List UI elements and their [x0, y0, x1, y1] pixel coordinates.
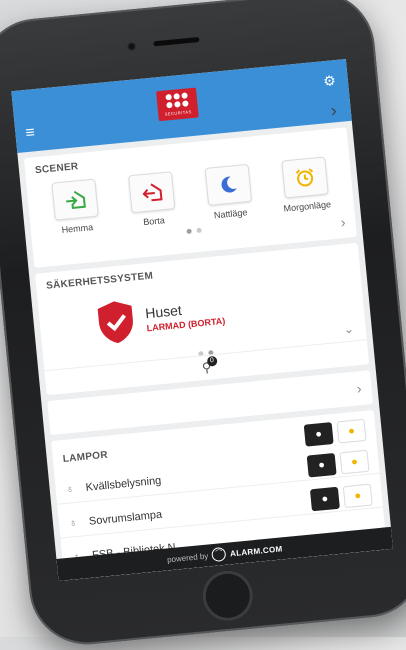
front-camera	[127, 42, 137, 51]
powered-by-text: powered by	[166, 551, 209, 564]
scene-morgonlage[interactable]: Morgonläge	[268, 155, 343, 214]
sensor-count: 0	[206, 355, 218, 367]
light-on-button[interactable]: ●	[342, 483, 373, 509]
earpiece-speaker	[153, 36, 200, 47]
alarm-clock-icon	[295, 168, 313, 187]
chevron-right-icon[interactable]: ›	[356, 380, 362, 396]
home-button[interactable]	[200, 568, 256, 624]
scene-label: Nattläge	[213, 207, 248, 221]
all-lights-off-button[interactable]: ●	[303, 422, 334, 447]
app-screen: SECURITAS ≡ ⚙ › SCENER Hemma Borta Nattl…	[11, 59, 393, 581]
logo-text: SECURITAS	[164, 109, 192, 117]
security-card[interactable]: SÄKERHETSSYSTEM Huset LARMAD (BORTA) ⌄ ⚲…	[34, 242, 370, 396]
scene-borta[interactable]: Borta	[115, 170, 190, 229]
home-arrow-in-icon	[65, 190, 86, 210]
phone-frame: SECURITAS ≡ ⚙ › SCENER Hemma Borta Nattl…	[0, 0, 406, 650]
light-on-button[interactable]: ●	[339, 449, 370, 475]
home-arrow-out-icon	[141, 183, 163, 202]
shield-check-icon	[97, 301, 133, 344]
scene-label: Morgonläge	[283, 199, 332, 214]
gear-icon[interactable]: ⚙	[323, 72, 337, 90]
scene-label: Borta	[142, 215, 166, 228]
scene-label: Hemma	[61, 222, 94, 236]
moon-icon	[221, 176, 237, 193]
chevron-down-icon[interactable]: ⌄	[343, 322, 354, 337]
scene-nattlage[interactable]: Nattläge	[191, 163, 266, 222]
scene-hemma[interactable]: Hemma	[38, 177, 113, 236]
securitas-logo: SECURITAS	[156, 87, 199, 122]
alarm-com-icon: ⌒	[211, 546, 227, 563]
bulb-pair-icon: ♁	[68, 516, 78, 530]
sensor-icon[interactable]: ⚲ 0	[201, 355, 218, 376]
light-off-button[interactable]: ●	[306, 452, 337, 478]
bulb-pair-icon: ♁	[65, 483, 75, 496]
light-off-button[interactable]: ●	[309, 486, 340, 512]
all-lights-on-button[interactable]: ●	[336, 418, 367, 444]
alarm-com-brand: ALARM.COM	[229, 543, 283, 558]
menu-icon[interactable]: ≡	[25, 124, 36, 142]
